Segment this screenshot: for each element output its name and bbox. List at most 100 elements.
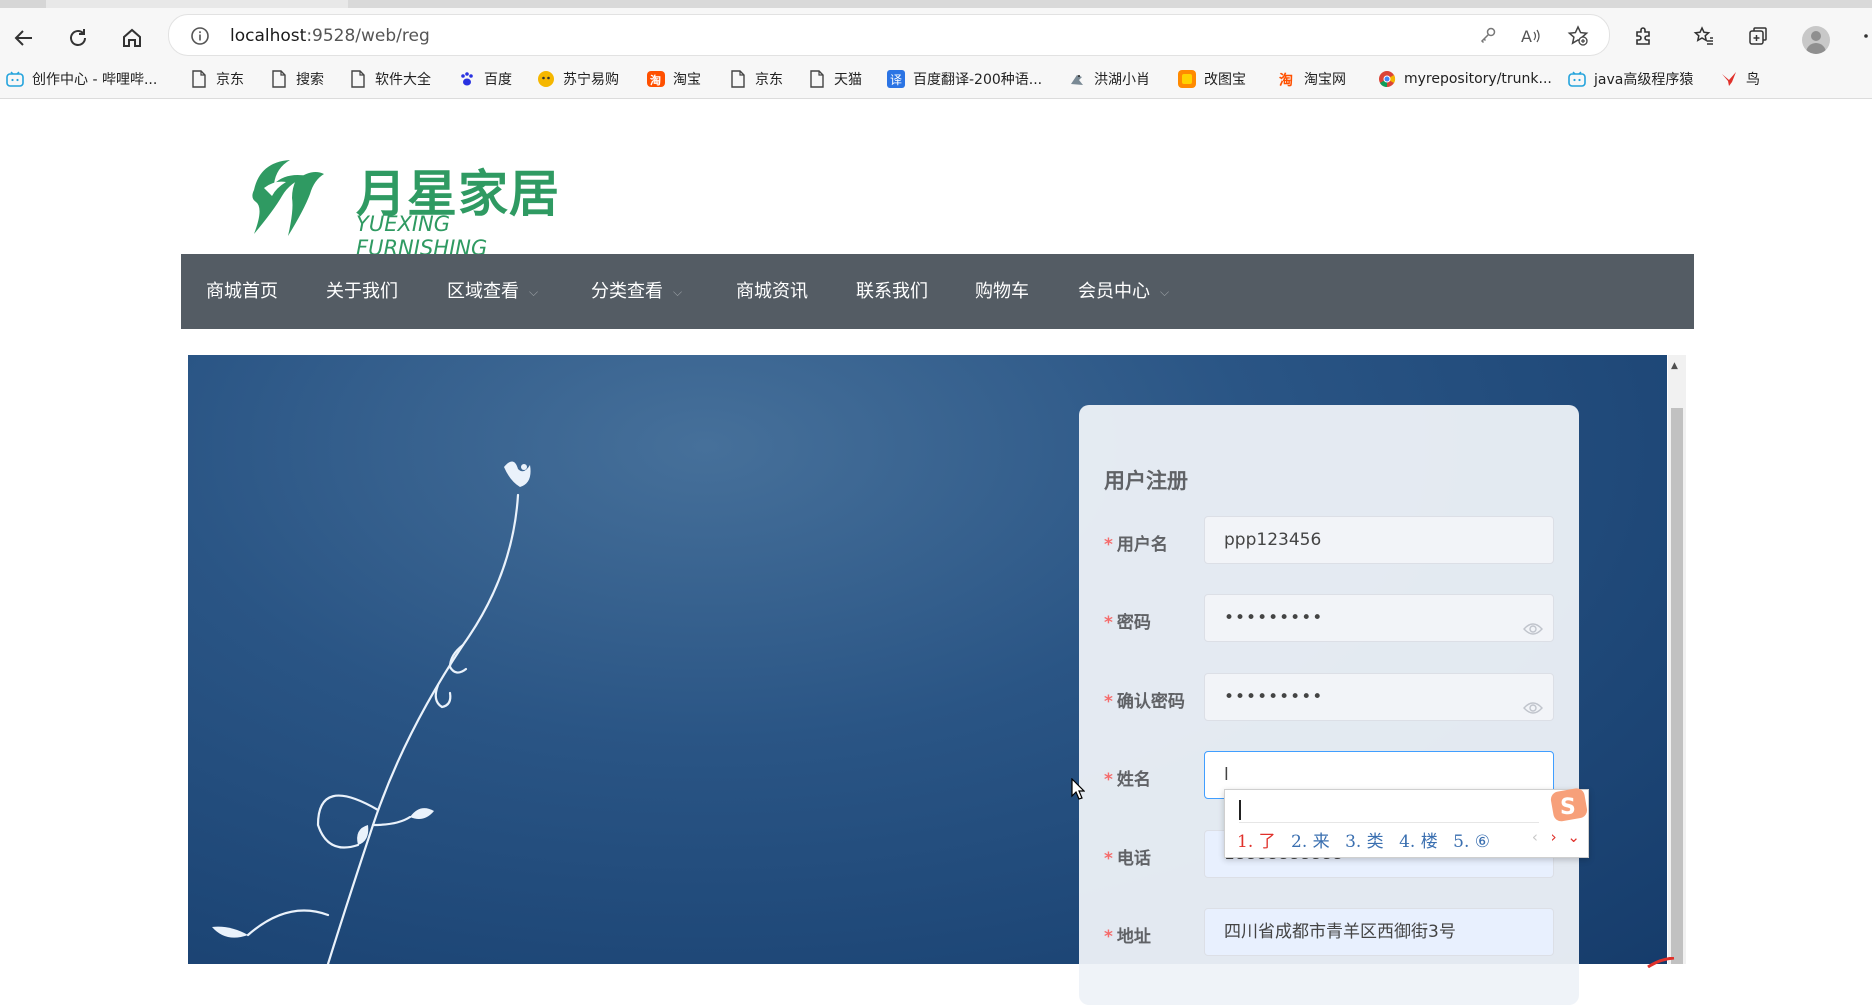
site-logo[interactable]: 月星家居 YUEXING FURNISHING (246, 150, 586, 260)
extensions-icon[interactable] (1627, 20, 1659, 52)
ime-composition (1239, 796, 1539, 823)
ime-candidate[interactable]: 3. 类 (1345, 832, 1384, 852)
more-menu-icon[interactable] (1852, 20, 1872, 52)
gaitubao-icon (1178, 70, 1196, 88)
baidu-translate-icon: 译 (887, 70, 905, 88)
field-label: * 用户名 (1104, 535, 1168, 555)
bookmark-item[interactable]: 软件大全 (349, 68, 431, 90)
address-input[interactable]: 四川省成都市青羊区西御街3号 (1204, 908, 1554, 956)
bookmark-item[interactable]: 淘 淘宝网 (1278, 68, 1346, 90)
next-page-icon[interactable]: › (1551, 828, 1557, 846)
bookmark-item[interactable]: 淘 淘宝 (647, 68, 701, 90)
bird-icon (1068, 70, 1086, 88)
ime-pager: ‹ › ⌄ (1532, 828, 1580, 846)
form-row-username: * 用户名 ppp123456 (1104, 516, 1554, 566)
page-icon (349, 70, 367, 88)
chevron-down-icon: ⌵ (1160, 284, 1170, 299)
bookmark-item[interactable]: 京东 (190, 68, 244, 90)
info-icon[interactable] (188, 24, 212, 48)
brand-name-en: YUEXING FURNISHING (356, 212, 488, 260)
nav-category[interactable]: 分类查看 ⌵ (591, 254, 682, 329)
form-row-address: * 地址 四川省成都市青羊区西御街3号 (1104, 908, 1554, 958)
favorites-icon[interactable] (1688, 20, 1720, 52)
nav-news[interactable]: 商城资讯 (736, 254, 808, 329)
eye-icon[interactable] (1523, 688, 1543, 734)
sogou-logo-icon: S (1548, 786, 1588, 824)
tab[interactable] (348, 0, 1872, 8)
ime-candidate[interactable]: 5. ⑥ (1453, 832, 1490, 852)
bookmark-item[interactable]: 改图宝 (1178, 68, 1246, 90)
username-input[interactable]: ppp123456 (1204, 516, 1554, 564)
bookmark-item[interactable]: 京东 (729, 68, 783, 90)
chrome-icon (1378, 70, 1396, 88)
bookmark-item[interactable]: 天猫 (808, 68, 862, 90)
bookmark-item[interactable]: 搜索 (270, 68, 324, 90)
password-input[interactable]: ••••••••• (1204, 594, 1554, 642)
eye-icon[interactable] (1523, 609, 1543, 655)
red-corner-mark (1646, 953, 1676, 969)
bookmark-item[interactable]: myrepository/trunk... (1378, 68, 1552, 90)
ime-caret (1239, 800, 1241, 820)
bookmark-item[interactable]: 创作中心 - 哔哩哔... (6, 68, 157, 90)
chevron-down-icon: ⌵ (529, 284, 539, 299)
read-aloud-icon[interactable]: A (1519, 24, 1543, 48)
key-icon[interactable] (1476, 24, 1500, 48)
field-label: * 密码 (1104, 613, 1151, 633)
reload-icon[interactable] (60, 20, 96, 56)
form-row-confirm-password: * 确认密码 ••••••••• (1104, 673, 1554, 723)
page-icon (729, 70, 747, 88)
home-icon[interactable] (114, 20, 150, 56)
form-title: 用户注册 (1104, 469, 1188, 493)
bookmark-item[interactable]: java高级程序猿 (1568, 68, 1693, 90)
back-icon[interactable] (6, 20, 42, 56)
url-text: localhost:9528/web/reg (230, 26, 430, 46)
tab-strip (0, 0, 1872, 8)
baidu-paw-icon (458, 70, 476, 88)
page-scrollbar[interactable]: ▲ (1668, 355, 1686, 964)
main-nav: 商城首页 关于我们 区域查看 ⌵ 分类查看 ⌵ 商城资讯 联系我们 购物车 会员中心… (181, 254, 1694, 329)
profile-avatar[interactable] (1802, 26, 1830, 54)
svg-text:S: S (1560, 795, 1576, 820)
confirm-password-input[interactable]: ••••••••• (1204, 673, 1554, 721)
form-row-password: * 密码 ••••••••• (1104, 594, 1554, 644)
browser-toolbar: localhost:9528/web/reg A (0, 8, 1872, 60)
scroll-up-arrow-icon[interactable]: ▲ (1671, 361, 1678, 371)
scrollbar-thumb[interactable] (1671, 408, 1683, 964)
nav-about[interactable]: 关于我们 (326, 254, 398, 329)
ime-candidates: 1. 了 2. 来 3. 类 4. 楼 5. ⑥ (1237, 827, 1500, 852)
bookmark-item[interactable]: 百度 (458, 68, 512, 90)
svg-text:译: 译 (890, 73, 902, 87)
nav-region[interactable]: 区域查看 ⌵ (447, 254, 538, 329)
bookmark-item[interactable]: 鸟 (1720, 68, 1760, 90)
page-icon (270, 70, 288, 88)
field-label: * 地址 (1104, 927, 1151, 947)
register-form-card: 用户注册 * 用户名 ppp123456 * 密码 ••••••••• * 确认密码 … (1079, 405, 1579, 1005)
add-favorite-icon[interactable] (1566, 24, 1590, 48)
floral-vine-decoration (212, 461, 531, 964)
bird-red-icon (1720, 70, 1738, 88)
address-bar[interactable]: localhost:9528/web/reg A (168, 14, 1610, 56)
bilibili-icon (1568, 70, 1586, 88)
prev-page-icon[interactable]: ‹ (1532, 828, 1538, 846)
nav-cart[interactable]: 购物车 (975, 254, 1029, 329)
bookmark-item[interactable]: 苏宁易购 (537, 68, 619, 90)
ime-candidate[interactable]: 4. 楼 (1399, 832, 1438, 852)
chevron-down-icon[interactable]: ⌄ (1567, 828, 1580, 846)
nav-contact[interactable]: 联系我们 (856, 254, 928, 329)
suning-icon (537, 70, 555, 88)
bookmark-item[interactable]: 译 百度翻译-200种语... (887, 68, 1042, 90)
tab[interactable] (0, 0, 46, 8)
bookmark-item[interactable]: 洪湖小肖 (1068, 68, 1150, 90)
collections-icon[interactable] (1742, 20, 1774, 52)
svg-text:淘: 淘 (1279, 72, 1293, 88)
taobao-icon: 淘 (647, 70, 665, 88)
nav-home[interactable]: 商城首页 (206, 254, 278, 329)
logo-mark-icon (252, 160, 324, 236)
bookmarks-bar: 创作中心 - 哔哩哔... 京东 搜索 软件大全 百度 苏宁易购 淘 淘宝 京东… (0, 60, 1872, 99)
ime-candidate[interactable]: 2. 来 (1291, 832, 1330, 852)
nav-member[interactable]: 会员中心 ⌵ (1078, 254, 1169, 329)
field-label: * 电话 (1104, 849, 1151, 869)
chevron-down-icon: ⌵ (673, 284, 683, 299)
ime-candidate[interactable]: 1. 了 (1237, 832, 1276, 852)
page-icon (808, 70, 826, 88)
